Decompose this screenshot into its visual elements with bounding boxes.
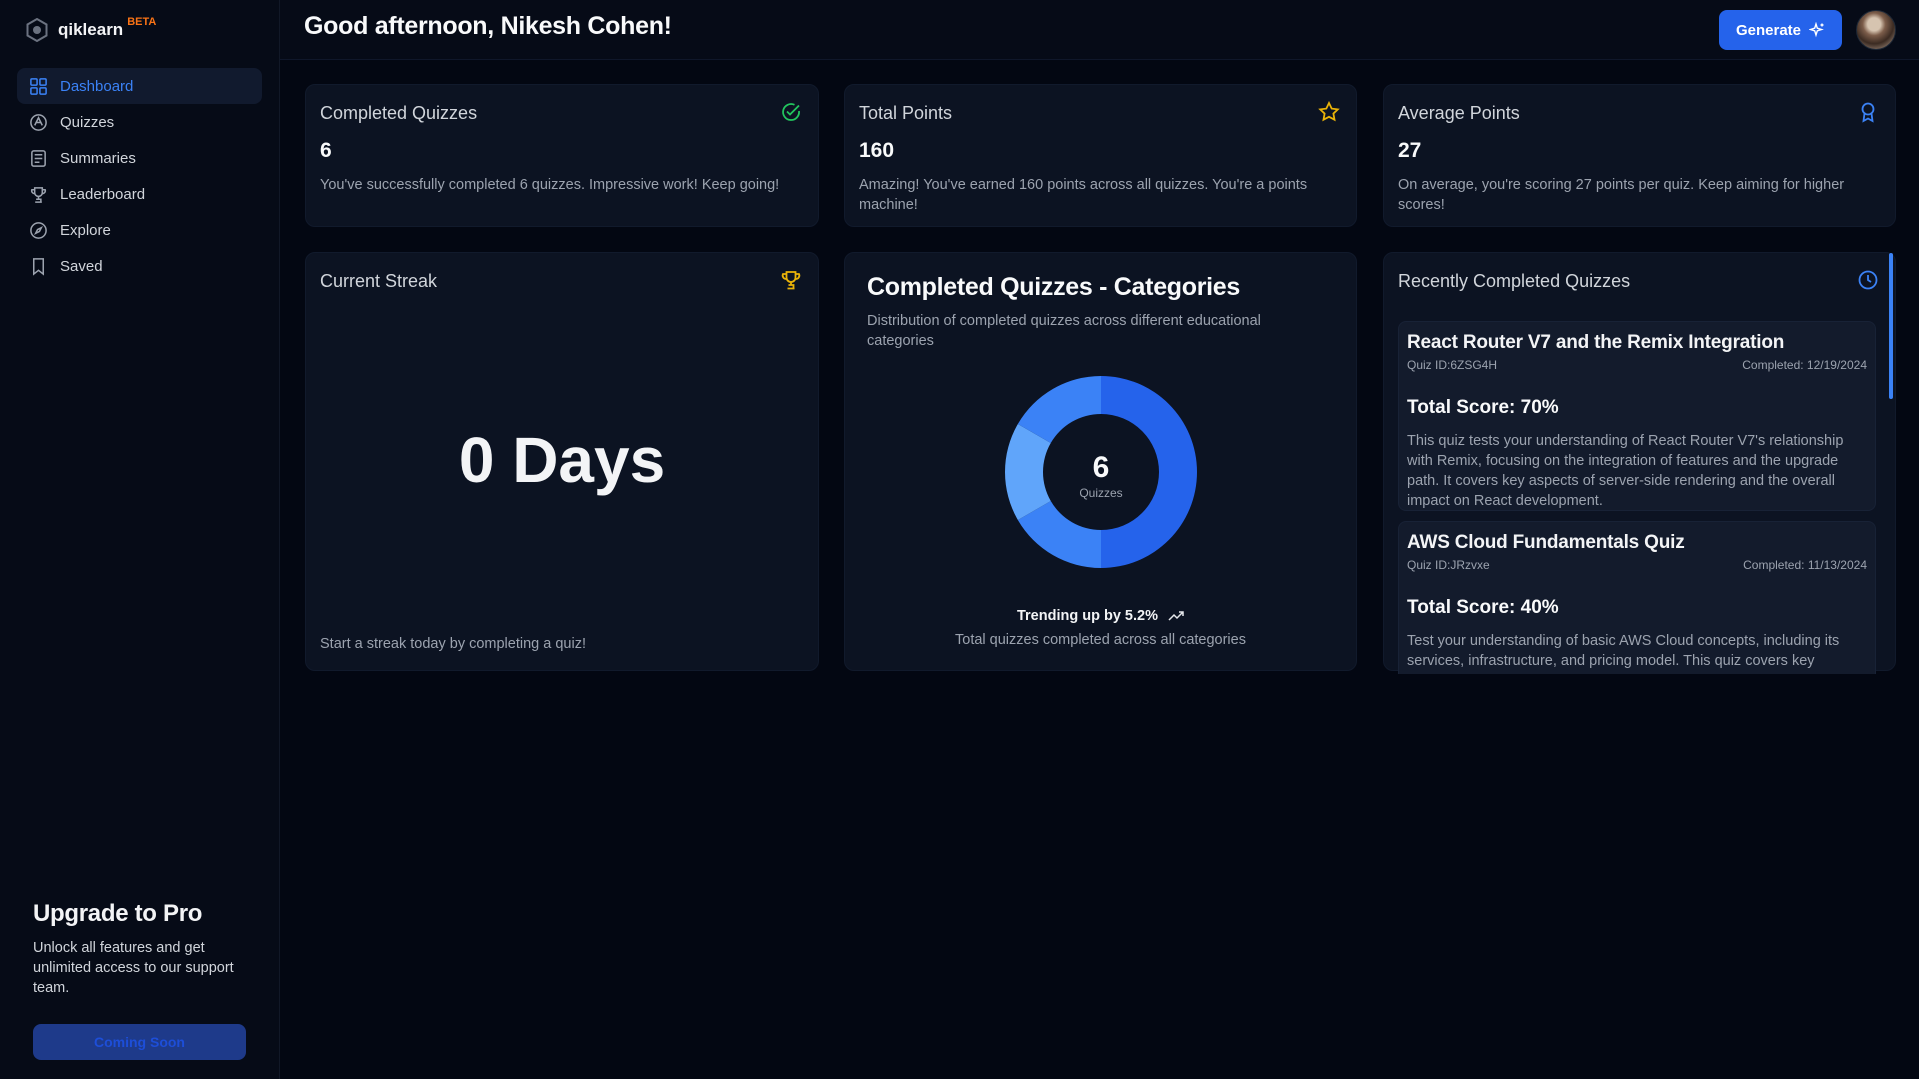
star-icon [1318,101,1340,122]
stat-value: 27 [1398,139,1422,162]
quiz-meta: Quiz ID:6ZSG4H Completed: 12/19/2024 [1407,358,1867,372]
chart-footer: Total quizzes completed across all categ… [955,632,1246,648]
quiz-description: This quiz tests your understanding of Re… [1407,433,1844,509]
stat-value: 160 [859,139,895,162]
recent-quizzes-card: Recently Completed Quizzes React Router … [1383,252,1896,674]
sidebar-item-saved[interactable]: Saved [17,248,262,284]
trend-line: Trending up by 5.2% [845,608,1356,624]
sparkles-icon [1809,22,1824,38]
quiz-score: Total Score: 70% [1407,397,1559,418]
donut-center-label: Quizzes [1079,486,1122,500]
categories-chart-card: Completed Quizzes - Categories Distribut… [844,252,1357,671]
stat-description: You've successfully completed 6 quizzes.… [320,177,780,193]
sidebar-item-label: Explore [60,221,111,239]
compass-icon [30,221,47,239]
donut-slice[interactable] [1101,376,1197,568]
scrollbar[interactable] [1889,253,1893,399]
stat-description: On average, you're scoring 27 points per… [1398,177,1845,213]
streak-card: Current Streak 0 Days Start a streak tod… [305,252,819,671]
summaries-icon [31,149,46,167]
brand[interactable]: qiklearn BETA [26,16,157,42]
quiz-completed-date: Completed: 12/19/2024 [1742,358,1867,372]
stat-description: Amazing! You've earned 160 points across… [859,177,1308,213]
quiz-score: Total Score: 40% [1407,597,1559,618]
streak-footer: Start a streak today by completing a qui… [320,636,586,652]
stat-card-total-points: Total Points 160 Amazing! You've earned … [844,84,1357,227]
generate-button[interactable]: Generate [1719,10,1842,50]
stat-title: Total Points [859,103,953,123]
quiz-completed-date: Completed: 11/13/2024 [1743,558,1867,572]
logo-icon [26,18,48,42]
quiz-icon [30,113,47,131]
upgrade-text: Unlock all features and get unlimited ac… [33,940,234,996]
sidebar-item-summaries[interactable]: Summaries [17,140,262,176]
chart-title: Completed Quizzes - Categories [867,273,1241,301]
sidebar-nav: Dashboard Quizzes Summaries Leaderboard … [17,68,262,284]
check-circle-icon [782,103,800,121]
upgrade-panel: Upgrade to Pro Unlock all features and g… [33,900,248,1060]
trending-up-icon [1168,611,1184,621]
recent-title: Recently Completed Quizzes [1398,271,1631,291]
quiz-description: Test your understanding of basic AWS Clo… [1407,633,1840,674]
streak-title: Current Streak [320,271,438,291]
award-icon [1861,102,1875,123]
coming-soon-button[interactable]: Coming Soon [33,1024,246,1060]
generate-label: Generate [1735,21,1802,39]
brand-name: qiklearn [58,20,124,39]
sidebar-item-leaderboard[interactable]: Leaderboard [17,176,262,212]
quiz-meta: Quiz ID:JRzvxe Completed: 11/13/2024 [1407,558,1867,572]
quiz-id: Quiz ID:6ZSG4H [1407,358,1498,372]
streak-value: 0 Days [458,424,666,496]
quiz-title: React Router V7 and the Remix Integratio… [1407,332,1785,353]
donut-center-value: 6 [1093,451,1110,484]
stat-card-average-points: Average Points 27 On average, you're sco… [1383,84,1896,227]
donut-chart: 6 Quizzes [1005,376,1197,568]
quiz-id: Quiz ID:JRzvxe [1407,558,1490,572]
top-bar: Good afternoon, Nikesh Cohen! Generate [280,0,1919,60]
clock-icon [1858,270,1878,290]
trophy-icon [781,271,801,290]
stat-title: Average Points [1398,103,1520,123]
dashboard-icon [30,77,47,95]
stat-title: Completed Quizzes [320,103,478,123]
trophy-icon [30,186,47,203]
page-greeting: Good afternoon, Nikesh Cohen! [304,12,672,40]
upgrade-title: Upgrade to Pro [33,900,203,927]
recent-quiz-list[interactable]: React Router V7 and the Remix Integratio… [1398,321,1876,674]
sidebar-item-quizzes[interactable]: Quizzes [17,104,262,140]
bookmark-icon [32,257,45,276]
sidebar-item-label: Saved [60,257,103,275]
sidebar-item-explore[interactable]: Explore [17,212,262,248]
beta-badge: BETA [127,16,157,28]
sidebar-item-label: Quizzes [60,113,115,131]
sidebar-item-label: Summaries [60,149,136,167]
stat-value: 6 [320,139,332,162]
chart-subtitle: Distribution of completed quizzes across… [867,313,1261,349]
trend-text: Trending up by 5.2% [1016,608,1158,624]
quiz-title: AWS Cloud Fundamentals Quiz [1407,532,1685,553]
avatar[interactable] [1856,10,1896,50]
sidebar: qiklearn BETA Dashboard Quizzes Summarie… [0,0,280,1079]
sidebar-item-label: Leaderboard [60,185,146,203]
quiz-card[interactable]: AWS Cloud Fundamentals Quiz Quiz ID:JRzv… [1398,521,1876,674]
sidebar-item-label: Dashboard [60,77,134,95]
stat-card-completed-quizzes: Completed Quizzes 6 You've successfully … [305,84,819,227]
quiz-card[interactable]: React Router V7 and the Remix Integratio… [1398,321,1876,511]
sidebar-item-dashboard[interactable]: Dashboard [17,68,262,104]
